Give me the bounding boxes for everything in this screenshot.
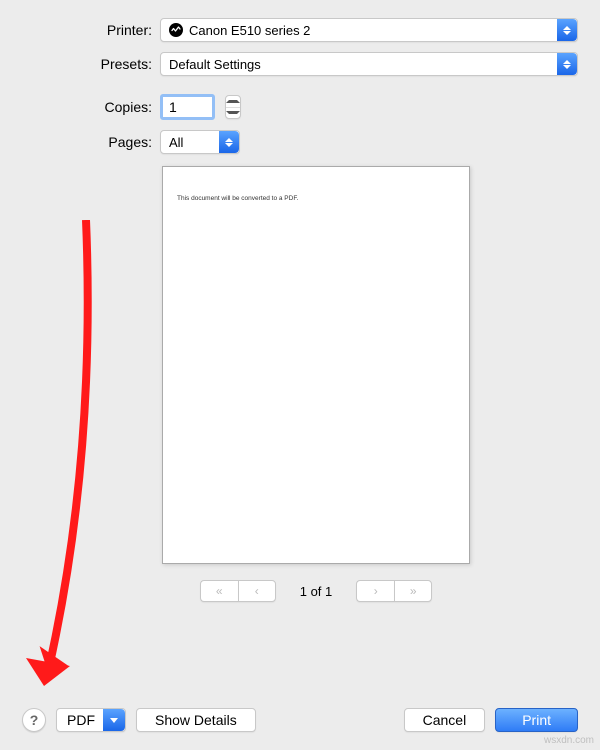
chevron-right-icon: › [374, 584, 378, 598]
print-button[interactable]: Print [495, 708, 578, 732]
annotation-arrow-icon [26, 220, 106, 700]
chevron-double-right-icon: » [410, 584, 417, 598]
pages-label: Pages: [22, 134, 152, 150]
help-button[interactable]: ? [22, 708, 46, 732]
help-icon: ? [30, 712, 39, 728]
bottom-toolbar: ? PDF Show Details Cancel Print [0, 694, 600, 750]
copies-stepper[interactable] [225, 95, 241, 119]
printer-row: Printer: Canon E510 series 2 [22, 18, 578, 42]
last-page-button[interactable]: » [394, 580, 432, 602]
prev-page-button[interactable]: ‹ [238, 580, 276, 602]
cancel-label: Cancel [423, 712, 467, 728]
copies-row: Copies: [22, 94, 578, 120]
dropdown-caret-icon [219, 131, 239, 153]
preview-area: This document will be converted to a PDF… [162, 166, 470, 602]
watermark-text: wsxdn.com [544, 735, 594, 746]
cancel-button[interactable]: Cancel [404, 708, 486, 732]
print-label: Print [522, 712, 551, 728]
pdf-button-label: PDF [67, 712, 95, 728]
presets-label: Presets: [22, 56, 152, 72]
printer-label: Printer: [22, 22, 152, 38]
stepper-up-icon[interactable] [226, 96, 240, 108]
dropdown-caret-icon [557, 53, 577, 75]
printer-status-icon [169, 23, 183, 37]
printer-selected-value: Canon E510 series 2 [189, 23, 310, 38]
printer-select[interactable]: Canon E510 series 2 [160, 18, 578, 42]
show-details-button[interactable]: Show Details [136, 708, 256, 732]
dropdown-caret-icon [557, 19, 577, 41]
chevron-double-left-icon: « [216, 584, 223, 598]
print-dialog: Printer: Canon E510 series 2 Presets: De… [0, 0, 600, 750]
preview-document-text: This document will be converted to a PDF… [177, 195, 455, 202]
presets-row: Presets: Default Settings [22, 52, 578, 76]
first-page-button[interactable]: « [200, 580, 238, 602]
stepper-down-icon[interactable] [226, 108, 240, 119]
pages-row: Pages: All [22, 130, 578, 154]
next-page-button[interactable]: › [356, 580, 394, 602]
show-details-label: Show Details [155, 712, 237, 728]
chevron-left-icon: ‹ [255, 584, 259, 598]
copies-label: Copies: [22, 99, 152, 115]
pages-selected-value: All [169, 135, 183, 150]
page-preview: This document will be converted to a PDF… [162, 166, 470, 564]
presets-select[interactable]: Default Settings [160, 52, 578, 76]
pages-select[interactable]: All [160, 130, 240, 154]
copies-input[interactable] [160, 94, 215, 120]
chevron-down-icon [103, 709, 125, 731]
pdf-menu-button[interactable]: PDF [56, 708, 126, 732]
presets-selected-value: Default Settings [169, 57, 261, 72]
page-navigation: « ‹ 1 of 1 › » [162, 580, 470, 602]
page-indicator: 1 of 1 [300, 584, 333, 599]
